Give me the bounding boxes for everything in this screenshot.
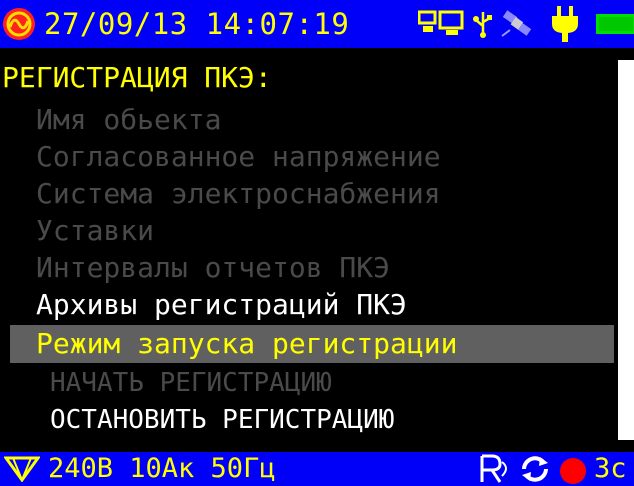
menu-item-report-intervals[interactable]: Интервалы отчетов ПКЭ <box>36 250 390 286</box>
scroll-panel <box>618 60 634 440</box>
menu-item-object-name[interactable]: Имя обьекта <box>36 102 221 138</box>
plug-icon <box>552 6 578 42</box>
link-devices-icon <box>418 10 464 35</box>
measurement-status: 240В 10Ак 50Гц <box>48 453 276 484</box>
filter-triangle-icon <box>4 456 40 482</box>
menu-item-power-system[interactable]: Система электроснабжения <box>36 176 441 212</box>
record-dot-icon <box>560 458 586 484</box>
menu-item-agreed-voltage[interactable]: Согласованное напряжение <box>36 139 441 175</box>
usb-icon <box>473 12 492 38</box>
start-registration-option[interactable]: НАЧАТЬ РЕГИСТРАЦИЮ <box>50 366 332 400</box>
top-status-bar: 27/09/13 14:07:19 <box>0 0 634 48</box>
menu-item-registration-archives[interactable]: Архивы регистраций ПКЭ <box>36 287 407 323</box>
power-logo-icon <box>3 8 35 40</box>
sync-icon <box>522 456 548 482</box>
time-text: 14:07:19 <box>205 7 350 41</box>
date-time: 27/09/13 14:07:19 <box>44 4 349 44</box>
bottom-status-bar: 240В 10Ак 50Гц <box>0 452 634 486</box>
stop-registration-option[interactable]: ОСТАНОВИТЬ РЕГИСТРАЦИЮ <box>50 403 394 437</box>
menu-item-setpoints[interactable]: Уставки <box>36 213 154 249</box>
menu-item-start-mode[interactable]: Режим запуска регистрации <box>36 326 457 362</box>
page-title: РЕГИСТРАЦИЯ ПКЭ: <box>2 61 272 94</box>
recording-icon <box>480 454 507 483</box>
recording-time: 3с <box>594 453 627 484</box>
date-text: 27/09/13 <box>44 7 188 41</box>
satellite-icon <box>501 10 532 37</box>
battery-icon <box>596 14 634 34</box>
